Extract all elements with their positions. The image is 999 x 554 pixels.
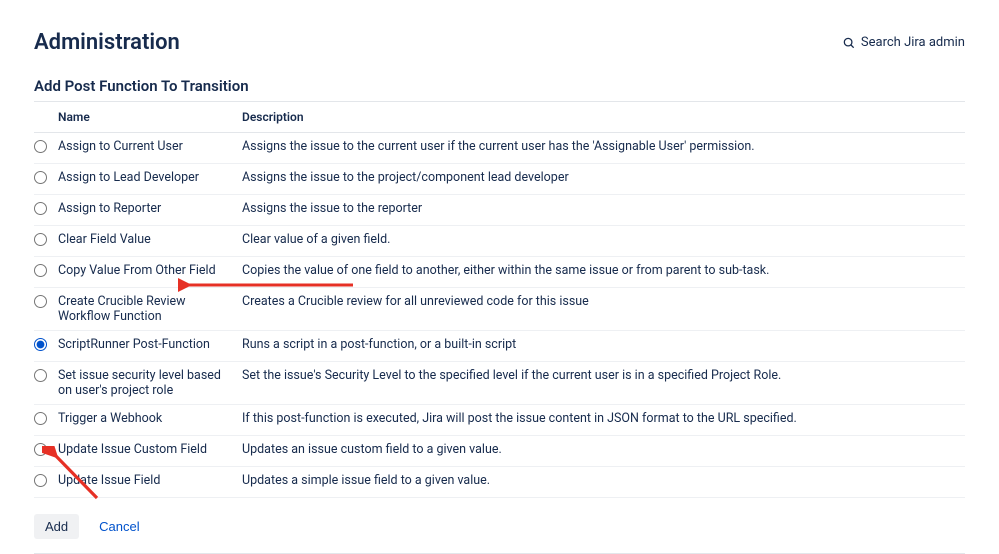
post-function-name: Create Crucible Review Workflow Function bbox=[58, 288, 242, 331]
post-function-radio[interactable] bbox=[34, 171, 47, 184]
post-function-radio[interactable] bbox=[34, 140, 47, 153]
table-row[interactable]: Clear Field ValueClear value of a given … bbox=[34, 226, 965, 257]
post-function-description: Assigns the issue to the reporter bbox=[242, 195, 965, 226]
table-row[interactable]: Copy Value From Other FieldCopies the va… bbox=[34, 257, 965, 288]
table-row[interactable]: Update Issue Custom FieldUpdates an issu… bbox=[34, 436, 965, 467]
col-header-name: Name bbox=[58, 102, 242, 133]
table-row[interactable]: ScriptRunner Post-FunctionRuns a script … bbox=[34, 331, 965, 362]
post-function-radio[interactable] bbox=[34, 443, 47, 456]
post-function-description: Creates a Crucible review for all unrevi… bbox=[242, 288, 965, 331]
post-function-table: Name Description Assign to Current UserA… bbox=[34, 102, 965, 498]
post-function-name: Assign to Lead Developer bbox=[58, 164, 242, 195]
table-row[interactable]: Assign to Current UserAssigns the issue … bbox=[34, 133, 965, 164]
post-function-name: ScriptRunner Post-Function bbox=[58, 331, 242, 362]
post-function-radio[interactable] bbox=[34, 338, 47, 351]
post-function-name: Update Issue Custom Field bbox=[58, 436, 242, 467]
search-jira-admin[interactable]: Search Jira admin bbox=[842, 35, 965, 50]
add-button[interactable]: Add bbox=[34, 514, 79, 539]
post-function-radio[interactable] bbox=[34, 202, 47, 215]
table-row[interactable]: Assign to Lead DeveloperAssigns the issu… bbox=[34, 164, 965, 195]
post-function-description: Updates an issue custom field to a given… bbox=[242, 436, 965, 467]
post-function-radio[interactable] bbox=[34, 369, 47, 382]
post-function-name: Trigger a Webhook bbox=[58, 405, 242, 436]
section-title: Add Post Function To Transition bbox=[34, 77, 965, 102]
post-function-name: Assign to Reporter bbox=[58, 195, 242, 226]
table-row[interactable]: Set issue security level based on user's… bbox=[34, 362, 965, 405]
search-label: Search Jira admin bbox=[861, 35, 965, 50]
table-row[interactable]: Assign to ReporterAssigns the issue to t… bbox=[34, 195, 965, 226]
post-function-radio[interactable] bbox=[34, 264, 47, 277]
table-row[interactable]: Update Issue FieldUpdates a simple issue… bbox=[34, 467, 965, 498]
search-icon bbox=[842, 36, 856, 50]
post-function-radio[interactable] bbox=[34, 412, 47, 425]
post-function-name: Copy Value From Other Field bbox=[58, 257, 242, 288]
post-function-description: Runs a script in a post-function, or a b… bbox=[242, 331, 965, 362]
post-function-description: If this post-function is executed, Jira … bbox=[242, 405, 965, 436]
post-function-name: Update Issue Field bbox=[58, 467, 242, 498]
col-header-description: Description bbox=[242, 102, 965, 133]
page-title: Administration bbox=[34, 30, 180, 55]
post-function-description: Set the issue's Security Level to the sp… bbox=[242, 362, 965, 405]
post-function-description: Assigns the issue to the current user if… bbox=[242, 133, 965, 164]
post-function-name: Assign to Current User bbox=[58, 133, 242, 164]
post-function-radio[interactable] bbox=[34, 295, 47, 308]
post-function-description: Clear value of a given field. bbox=[242, 226, 965, 257]
post-function-radio[interactable] bbox=[34, 474, 47, 487]
post-function-description: Assigns the issue to the project/compone… bbox=[242, 164, 965, 195]
post-function-name: Set issue security level based on user's… bbox=[58, 362, 242, 405]
cancel-button[interactable]: Cancel bbox=[99, 519, 139, 534]
table-row[interactable]: Create Crucible Review Workflow Function… bbox=[34, 288, 965, 331]
post-function-name: Clear Field Value bbox=[58, 226, 242, 257]
post-function-radio[interactable] bbox=[34, 233, 47, 246]
post-function-description: Copies the value of one field to another… bbox=[242, 257, 965, 288]
table-row[interactable]: Trigger a WebhookIf this post-function i… bbox=[34, 405, 965, 436]
post-function-description: Updates a simple issue field to a given … bbox=[242, 467, 965, 498]
